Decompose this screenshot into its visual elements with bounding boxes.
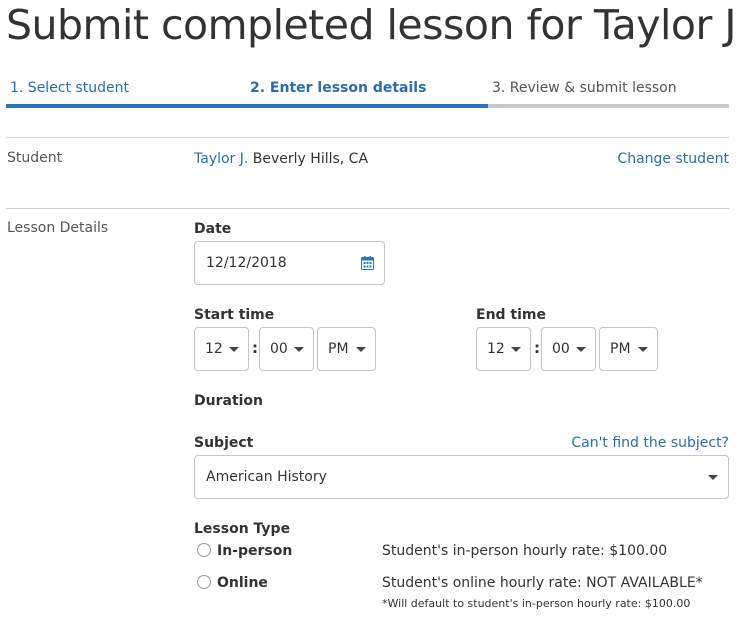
step-progress-bar — [247, 104, 488, 108]
cant-find-subject-link[interactable]: Can't find the subject? — [571, 435, 729, 451]
start-ampm-select[interactable]: PM — [317, 327, 376, 371]
chevron-down-icon — [576, 347, 586, 352]
chevron-down-icon — [229, 347, 239, 352]
step-progress-bar — [488, 104, 729, 108]
subject-select[interactable]: American History — [194, 455, 729, 499]
date-input[interactable]: 12/12/2018 — [194, 241, 385, 285]
divider — [6, 208, 729, 209]
start-time-label: Start time — [194, 307, 275, 323]
start-hour-value: 12 — [205, 341, 223, 357]
online-option[interactable]: Online — [197, 575, 268, 591]
chevron-down-icon — [638, 347, 648, 352]
time-separator: : — [252, 339, 258, 357]
start-minute-value: 00 — [270, 341, 288, 357]
step-progress-bar — [6, 104, 247, 108]
progress-steps: 1. Select student 2. Enter lesson detail… — [6, 76, 729, 108]
student-row-label: Student — [7, 150, 63, 166]
lesson-type-label: Lesson Type — [194, 521, 291, 537]
end-ampm-value: PM — [610, 341, 631, 357]
in-person-rate: Student's in-person hourly rate: $100.00 — [382, 543, 668, 559]
student-info: Taylor J. Beverly Hills, CA — [194, 151, 368, 167]
duration-label: Duration — [194, 393, 264, 409]
online-rate-note: *Will default to student's in-person hou… — [382, 597, 691, 610]
subject-value: American History — [206, 469, 327, 485]
subject-label: Subject — [194, 435, 254, 451]
online-rate: Student's online hourly rate: NOT AVAILA… — [382, 575, 703, 591]
radio-in-person[interactable] — [197, 543, 211, 557]
step-select-student[interactable]: 1. Select student — [6, 76, 247, 108]
in-person-option[interactable]: In-person — [197, 543, 292, 559]
start-hour-select[interactable]: 12 — [194, 327, 249, 371]
radio-online[interactable] — [197, 575, 211, 589]
change-student-link[interactable]: Change student — [617, 151, 729, 167]
student-name-link[interactable]: Taylor J. — [194, 151, 248, 167]
step-label: 1. Select student — [10, 80, 129, 96]
page-title: Submit completed lesson for Taylor J. — [6, 1, 738, 49]
step-label: 3. Review & submit lesson — [492, 80, 677, 96]
lesson-details-row-label: Lesson Details — [7, 220, 109, 236]
date-label: Date — [194, 221, 232, 237]
student-location: Beverly Hills, CA — [248, 151, 369, 167]
calendar-icon[interactable] — [361, 256, 374, 274]
chevron-down-icon — [708, 475, 718, 480]
chevron-down-icon — [511, 347, 521, 352]
date-value: 12/12/2018 — [206, 255, 287, 271]
in-person-label: In-person — [217, 543, 293, 559]
step-review-submit: 3. Review & submit lesson — [488, 76, 729, 108]
chevron-down-icon — [356, 347, 366, 352]
end-time-label: End time — [476, 307, 546, 323]
end-minute-value: 00 — [552, 341, 570, 357]
end-ampm-select[interactable]: PM — [599, 327, 658, 371]
end-hour-select[interactable]: 12 — [476, 327, 531, 371]
end-minute-select[interactable]: 00 — [541, 327, 596, 371]
time-separator: : — [534, 339, 540, 357]
step-enter-lesson-details: 2. Enter lesson details — [247, 76, 488, 108]
step-label: 2. Enter lesson details — [250, 80, 427, 96]
online-label: Online — [217, 575, 268, 591]
end-hour-value: 12 — [487, 341, 505, 357]
start-ampm-value: PM — [328, 341, 349, 357]
start-minute-select[interactable]: 00 — [259, 327, 314, 371]
chevron-down-icon — [294, 347, 304, 352]
divider — [6, 137, 729, 138]
